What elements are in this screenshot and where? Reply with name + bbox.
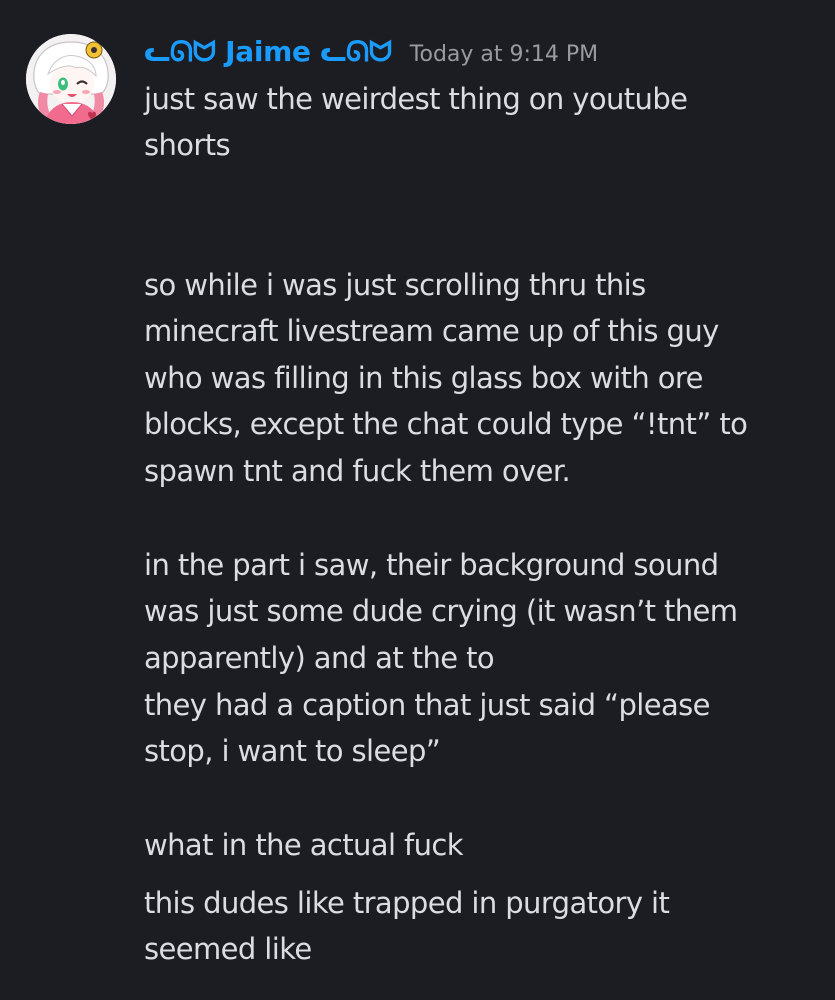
- message-line: shorts: [144, 128, 231, 162]
- message-line: this dudes like trapped in purgatory it: [144, 886, 670, 920]
- avatar[interactable]: [26, 34, 116, 124]
- message-line: they had a caption that just said “pleas…: [144, 688, 711, 722]
- message-line: blocks, except the chat could type “!tnt…: [144, 407, 748, 441]
- message-line: what in the actual fuck: [144, 828, 464, 862]
- message-line: who was filling in this glass box with o…: [144, 361, 703, 395]
- message-line: minecraft livestream came up of this guy: [144, 314, 719, 348]
- message-line: so while i was just scrolling thru this: [144, 268, 646, 302]
- message-line: stop, i want to sleep”: [144, 734, 441, 768]
- chat-message: ᓚᘏᗢ Jaime ᓚᘏᗢ Today at 9:14 PM just saw …: [0, 0, 835, 1000]
- message-header: ᓚᘏᗢ Jaime ᓚᘏᗢ Today at 9:14 PM: [144, 28, 598, 76]
- message-line: was just some dude crying (it wasn’t the…: [144, 594, 738, 628]
- message-line: seemed like: [144, 932, 312, 966]
- message-line: just saw the weirdest thing on youtube: [144, 82, 688, 116]
- message-line: apparently) and at the to: [144, 641, 495, 675]
- timestamp[interactable]: Today at 9:14 PM: [410, 42, 598, 67]
- message-line: in the part i saw, their background soun…: [144, 548, 719, 582]
- username[interactable]: ᓚᘏᗢ Jaime ᓚᘏᗢ: [144, 35, 392, 69]
- message-line: spawn tnt and fuck them over.: [144, 454, 571, 488]
- anime-character-avatar-icon: [26, 34, 116, 124]
